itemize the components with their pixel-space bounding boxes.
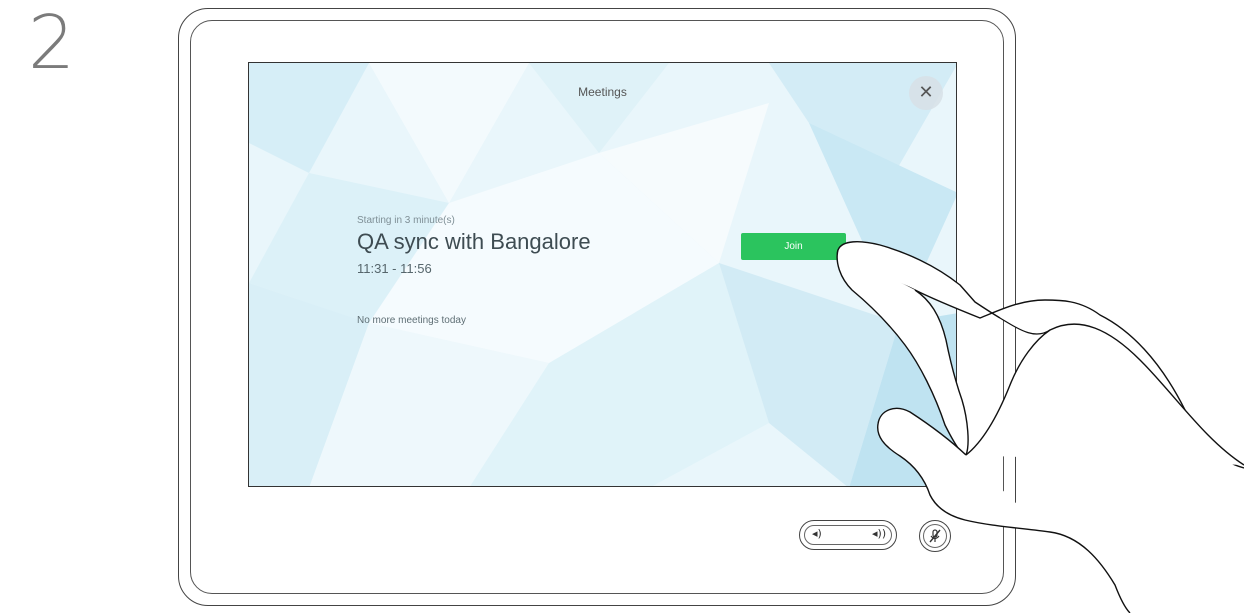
pointing-hand-illustration <box>836 241 1244 613</box>
